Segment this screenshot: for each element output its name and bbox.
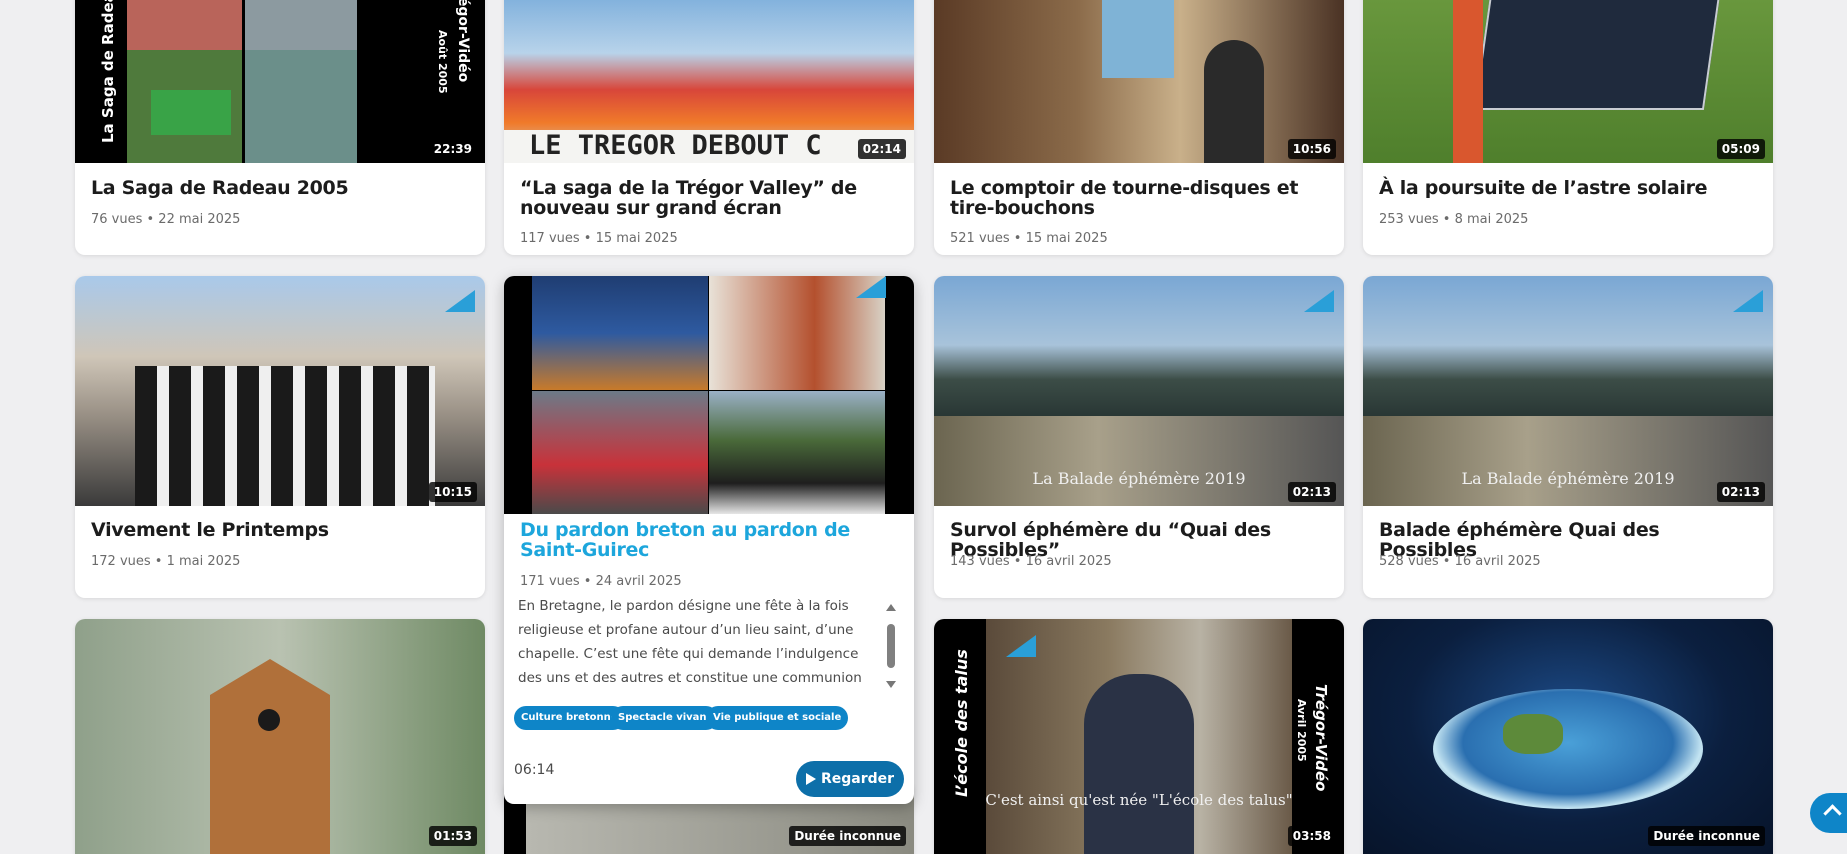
video-grid: La Saga de Radeau Trégor-Vidéo Août 2005… bbox=[0, 0, 1847, 854]
video-thumbnail[interactable]: La Balade éphémère 2019 02:13 bbox=[934, 276, 1344, 506]
video-title[interactable]: “La saga de la Trégor Valley” de nouveau… bbox=[520, 178, 900, 218]
play-icon bbox=[805, 773, 816, 785]
video-duration: 10:15 bbox=[428, 482, 477, 502]
video-card[interactable]: 05:09 À la poursuite de l’astre solaire … bbox=[1363, 0, 1773, 255]
video-meta: 253 vues • 8 mai 2025 bbox=[1379, 212, 1529, 227]
video-card[interactable]: Durée inconnue bbox=[1363, 619, 1773, 854]
video-thumbnail[interactable]: La Balade éphémère 2019 02:13 bbox=[1363, 276, 1773, 506]
thumbnail-overlay-text: Avril 2005 bbox=[1295, 699, 1308, 762]
video-card[interactable]: 10:56 Le comptoir de tourne-disques et t… bbox=[934, 0, 1344, 255]
video-title[interactable]: Le comptoir de tourne-disques et tire-bo… bbox=[950, 178, 1330, 218]
video-meta: 521 vues • 15 mai 2025 bbox=[950, 231, 1108, 246]
video-thumbnail[interactable]: 01:53 bbox=[75, 619, 485, 854]
video-title[interactable]: Du pardon breton au pardon de Saint-Guir… bbox=[520, 520, 874, 560]
thumbnail-overlay-text: Août 2005 bbox=[436, 30, 449, 94]
chevron-up-icon bbox=[1823, 804, 1842, 823]
video-thumbnail[interactable]: 05:09 bbox=[1363, 0, 1773, 163]
thumbnail-banner-text: LE TREGOR DEBOUT C bbox=[529, 130, 822, 161]
video-description: En Bretagne, le pardon désigne une fête … bbox=[518, 598, 862, 682]
back-to-top-button[interactable] bbox=[1810, 793, 1847, 833]
video-meta: 143 vues • 16 avril 2025 bbox=[950, 554, 1112, 569]
thumbnail-overlay-text: L’école des talus bbox=[952, 649, 971, 797]
video-card[interactable]: 01:53 bbox=[75, 619, 485, 854]
tag-culture-bretonne[interactable]: Culture bretonne bbox=[514, 706, 625, 730]
video-thumbnail[interactable]: 10:56 bbox=[934, 0, 1344, 163]
video-duration: 06:14 bbox=[514, 762, 555, 778]
video-duration: 10:56 bbox=[1287, 139, 1336, 159]
channel-logo-icon bbox=[1733, 290, 1763, 312]
video-meta: 171 vues • 24 avril 2025 bbox=[520, 574, 682, 589]
video-duration: 01:53 bbox=[428, 826, 477, 846]
video-thumbnail[interactable] bbox=[504, 276, 914, 514]
video-thumbnail[interactable]: LE TREGOR DEBOUT C 02:14 bbox=[504, 0, 914, 163]
video-card[interactable]: 10:15 Vivement le Printemps 172 vues • 1… bbox=[75, 276, 485, 598]
video-thumbnail[interactable]: La Saga de Radeau Trégor-Vidéo Août 2005… bbox=[75, 0, 485, 163]
thumbnail-overlay-text: Trégor-Vidéo bbox=[1312, 684, 1330, 792]
description-scrollbar[interactable] bbox=[885, 604, 897, 688]
scroll-up-arrow-icon[interactable] bbox=[886, 604, 896, 611]
video-thumbnail[interactable]: 10:15 bbox=[75, 276, 485, 506]
watch-button-label: Regarder bbox=[820, 771, 895, 787]
video-meta: 528 vues • 16 avril 2025 bbox=[1379, 554, 1541, 569]
video-thumbnail[interactable]: Durée inconnue bbox=[1363, 619, 1773, 854]
video-duration: 02:13 bbox=[1716, 482, 1765, 502]
scroll-down-arrow-icon[interactable] bbox=[886, 681, 896, 688]
video-meta: 117 vues • 15 mai 2025 bbox=[520, 231, 678, 246]
video-card[interactable]: La Saga de Radeau Trégor-Vidéo Août 2005… bbox=[75, 0, 485, 255]
video-card[interactable]: La Balade éphémère 2019 02:13 Balade éph… bbox=[1363, 276, 1773, 598]
video-title[interactable]: Vivement le Printemps bbox=[91, 520, 471, 540]
thumbnail-overlay-text: La Saga de Radeau bbox=[99, 0, 117, 143]
video-card[interactable]: LE TREGOR DEBOUT C 02:14 “La saga de la … bbox=[504, 0, 914, 255]
thumbnail-caption: La Balade éphémère 2019 bbox=[1032, 469, 1246, 488]
video-duration: 22:39 bbox=[428, 139, 477, 159]
video-meta: 76 vues • 22 mai 2025 bbox=[91, 212, 241, 227]
video-title[interactable]: La Saga de Radeau 2005 bbox=[91, 178, 471, 198]
watch-button[interactable]: Regarder bbox=[796, 761, 904, 797]
scroll-thumb[interactable] bbox=[887, 624, 895, 668]
video-duration: 05:09 bbox=[1716, 139, 1765, 159]
video-meta: 172 vues • 1 mai 2025 bbox=[91, 554, 241, 569]
thumbnail-overlay-text: Trégor-Vidéo bbox=[455, 0, 471, 83]
video-thumbnail[interactable]: L’école des talus Trégor-Vidéo Avril 200… bbox=[934, 619, 1344, 854]
video-card[interactable]: L’école des talus Trégor-Vidéo Avril 200… bbox=[934, 619, 1344, 854]
thumbnail-caption: La Balade éphémère 2019 bbox=[1461, 469, 1675, 488]
thumbnail-caption: C'est ainsi qu'est née "L'école des talu… bbox=[985, 791, 1293, 809]
tag-vie-publique[interactable]: Vie publique et sociale bbox=[706, 706, 849, 730]
channel-logo-icon bbox=[445, 290, 475, 312]
video-duration: 02:14 bbox=[857, 139, 906, 159]
video-duration: 03:58 bbox=[1287, 826, 1336, 846]
video-duration: 02:13 bbox=[1287, 482, 1336, 502]
video-duration: Durée inconnue bbox=[1648, 826, 1765, 846]
channel-logo-icon bbox=[1304, 290, 1334, 312]
video-title[interactable]: À la poursuite de l’astre solaire bbox=[1379, 178, 1759, 198]
video-duration: Durée inconnue bbox=[789, 826, 906, 846]
video-card-expanded[interactable]: Du pardon breton au pardon de Saint-Guir… bbox=[504, 276, 914, 804]
tag-spectacle-vivant[interactable]: Spectacle vivant bbox=[611, 706, 719, 730]
video-card[interactable]: La Balade éphémère 2019 02:13 Survol éph… bbox=[934, 276, 1344, 598]
